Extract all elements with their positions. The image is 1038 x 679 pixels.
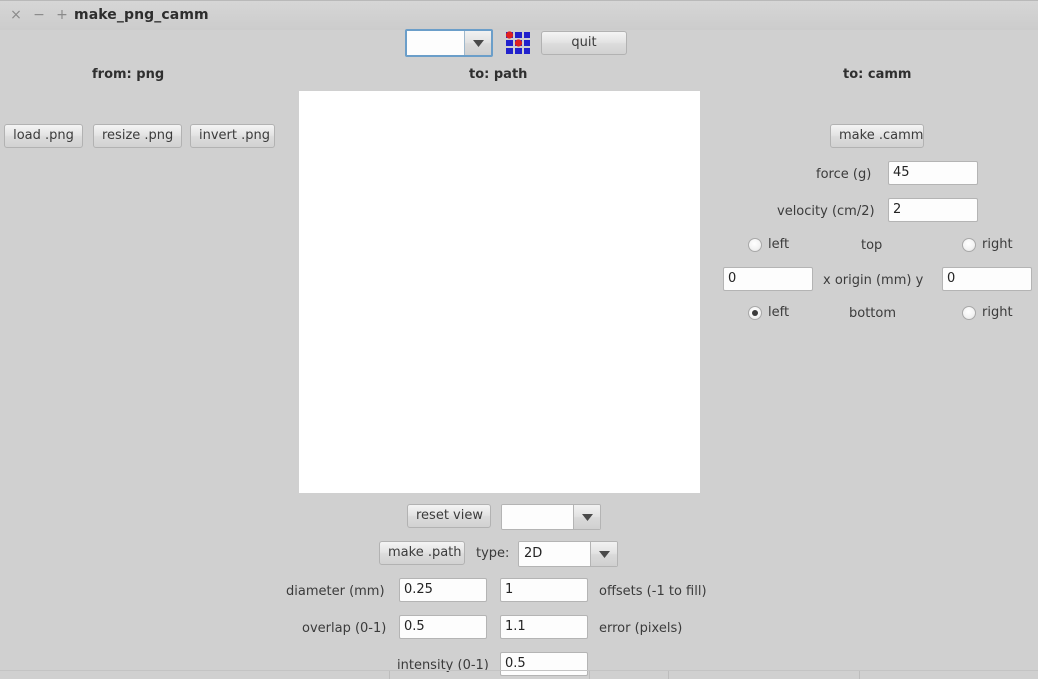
origin-top-left-radio[interactable]: left: [748, 237, 789, 252]
overlap-label: overlap (0-1): [302, 621, 387, 636]
velocity-label: velocity (cm/2): [777, 204, 875, 219]
png-column-heading: from: png: [92, 67, 165, 82]
file-combo-value: [407, 31, 464, 55]
velocity-input[interactable]: 2: [888, 198, 978, 222]
dither-grid-icon[interactable]: [505, 31, 531, 55]
clipped-row-divider: [0, 670, 1038, 671]
application-window: × − + make_png_camm quit from: png load …: [0, 0, 1038, 679]
clipped-widget-tick: [589, 671, 590, 679]
error-label: error (pixels): [599, 621, 683, 636]
diameter-input[interactable]: 0.25: [399, 578, 487, 602]
radio-dot-icon: [748, 305, 762, 320]
path-column-heading: to: path: [469, 67, 528, 82]
resize-png-button[interactable]: resize .png: [93, 124, 182, 148]
offsets-input[interactable]: 1: [500, 578, 588, 602]
origin-bottom-left-label: left: [768, 305, 790, 320]
minimize-icon[interactable]: −: [32, 8, 46, 22]
diameter-label: diameter (mm): [286, 584, 385, 599]
force-label: force (g): [816, 167, 872, 182]
overlap-input[interactable]: 0.5: [399, 615, 487, 639]
window-controls: × − +: [9, 8, 69, 22]
path-preview-canvas[interactable]: [299, 91, 700, 493]
origin-y-input[interactable]: 0: [942, 267, 1032, 291]
camm-column-heading: to: camm: [843, 67, 912, 82]
chevron-down-icon[interactable]: [573, 505, 600, 529]
load-png-button[interactable]: load .png: [4, 124, 83, 148]
type-combo-value: 2D: [519, 542, 590, 566]
origin-top-right-label: right: [982, 237, 1013, 252]
reset-view-button[interactable]: reset view: [407, 504, 491, 528]
view-combo[interactable]: [501, 504, 601, 530]
intensity-input[interactable]: 0.5: [500, 652, 588, 676]
radio-dot-icon: [748, 237, 762, 252]
title-bar: × − + make_png_camm: [0, 1, 1038, 30]
origin-top-right-radio[interactable]: right: [962, 237, 1013, 252]
origin-bottom-right-label: right: [982, 305, 1013, 320]
origin-top-label: top: [861, 238, 883, 253]
origin-bottom-right-radio[interactable]: right: [962, 305, 1013, 320]
origin-bottom-left-radio[interactable]: left: [748, 305, 789, 320]
quit-button[interactable]: quit: [541, 31, 627, 55]
radio-dot-icon: [962, 305, 976, 320]
close-icon[interactable]: ×: [9, 8, 23, 22]
invert-png-button[interactable]: invert .png: [190, 124, 275, 148]
view-combo-value: [502, 505, 573, 529]
make-camm-button[interactable]: make .camm: [830, 124, 924, 148]
maximize-icon[interactable]: +: [55, 8, 69, 22]
file-combo[interactable]: [405, 29, 493, 57]
error-input[interactable]: 1.1: [500, 615, 588, 639]
window-title: make_png_camm: [74, 7, 209, 23]
origin-top-left-label: left: [768, 237, 790, 252]
radio-dot-icon: [962, 237, 976, 252]
origin-axis-label: x origin (mm) y: [823, 273, 924, 288]
type-combo[interactable]: 2D: [518, 541, 618, 567]
chevron-down-icon[interactable]: [464, 31, 491, 55]
make-path-button[interactable]: make .path: [379, 541, 465, 565]
clipped-widget-tick: [859, 671, 860, 679]
clipped-widget-tick: [389, 671, 390, 679]
type-label: type:: [476, 546, 510, 561]
origin-x-input[interactable]: 0: [723, 267, 813, 291]
offsets-label: offsets (-1 to fill): [599, 584, 707, 599]
origin-bottom-label: bottom: [849, 306, 897, 321]
force-input[interactable]: 45: [888, 161, 978, 185]
chevron-down-icon[interactable]: [590, 542, 617, 566]
clipped-widget-tick: [668, 671, 669, 679]
